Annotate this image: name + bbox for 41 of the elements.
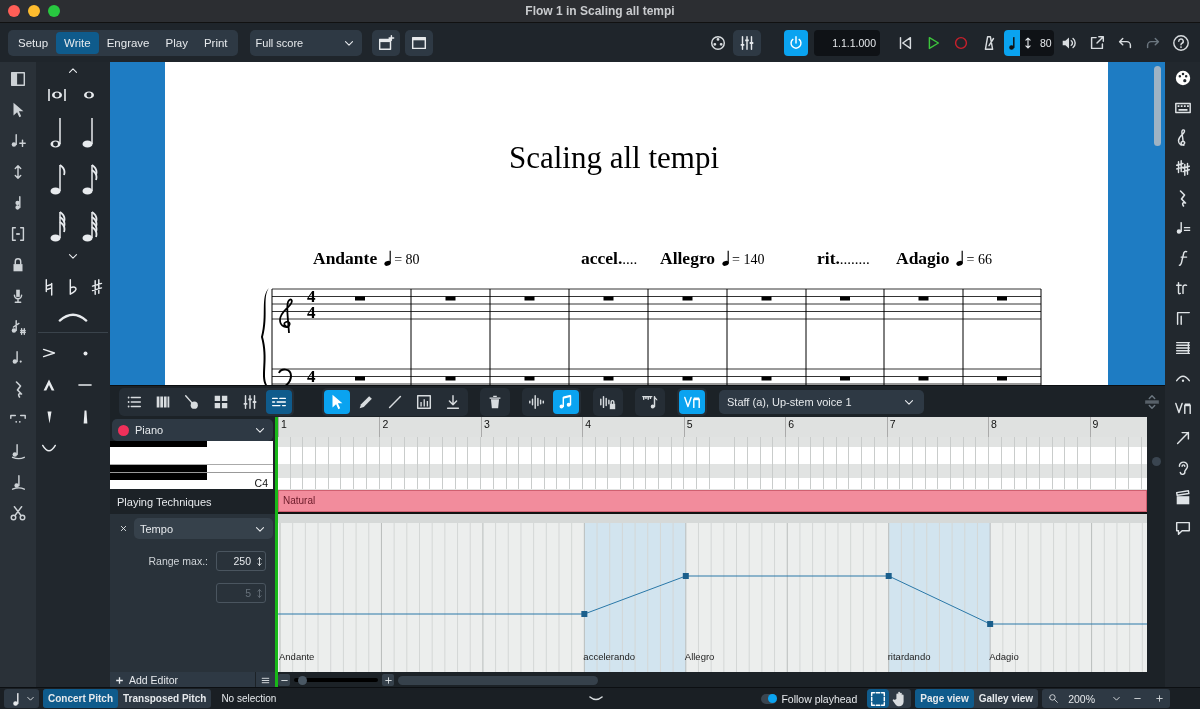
view-tab[interactable]: Page view bbox=[915, 689, 974, 708]
mode-tab[interactable]: Play bbox=[157, 31, 196, 54]
mode-tab[interactable]: Setup bbox=[10, 31, 57, 54]
editor-type-dropdown[interactable]: Tempo bbox=[134, 518, 273, 539]
voice-dropdown[interactable]: Staff (a), Up-stem voice 1 bbox=[719, 389, 924, 414]
instrument-dropdown[interactable]: Piano bbox=[112, 419, 273, 441]
field-label: Range max.: bbox=[148, 555, 208, 567]
pitch-mode-tab[interactable]: Concert Pitch bbox=[43, 689, 118, 708]
mode-tab[interactable]: Write bbox=[56, 31, 99, 54]
tempo-label: Allegro bbox=[684, 651, 715, 662]
toggle-label: Follow playhead bbox=[781, 692, 858, 705]
tempo-value: 80 bbox=[1040, 36, 1052, 49]
mode-tab[interactable]: Engrave bbox=[98, 31, 158, 54]
tempo-equation: = 80 bbox=[394, 251, 420, 268]
technique-bar[interactable]: Natural bbox=[278, 489, 1147, 512]
add-editor-button[interactable]: Add Editor bbox=[110, 672, 255, 688]
selection-status: No selection bbox=[221, 693, 277, 704]
tempo-marking: Allegro bbox=[660, 247, 716, 269]
position-display: 1.1.1.000 bbox=[814, 29, 880, 56]
tempo-dots: .... bbox=[622, 250, 638, 268]
tempo-equation: = 66 bbox=[966, 251, 992, 268]
tempo-marking: Andante bbox=[313, 247, 378, 269]
tempo-label: Adagio bbox=[989, 651, 1019, 662]
pitch-label: C4 bbox=[254, 477, 269, 489]
window-title: Flow 1 in Scaling all tempi bbox=[525, 4, 675, 18]
tempo-equation: = 140 bbox=[732, 251, 765, 268]
tempo-marking: accel. bbox=[581, 247, 623, 269]
score-title: Scaling all tempi bbox=[509, 140, 720, 176]
technique-label: Natural bbox=[283, 495, 316, 506]
layout-dropdown[interactable]: Full score bbox=[249, 29, 362, 56]
pitch-mode-tab[interactable]: Transposed Pitch bbox=[118, 689, 212, 708]
lane-title: Playing Techniques bbox=[117, 495, 212, 508]
tempo-dots: ........ bbox=[839, 250, 870, 268]
mode-tab[interactable]: Print bbox=[195, 31, 236, 54]
tempo-marking: Adagio bbox=[896, 247, 950, 269]
tempo-marking: rit. bbox=[817, 247, 840, 269]
range-max-field[interactable]: 250 bbox=[216, 551, 266, 571]
tempo-label: ritardando bbox=[887, 651, 931, 662]
view-tab[interactable]: Galley view bbox=[973, 689, 1039, 708]
tempo-label: accelerando bbox=[583, 651, 636, 662]
tempo-label: Andante bbox=[279, 651, 315, 662]
